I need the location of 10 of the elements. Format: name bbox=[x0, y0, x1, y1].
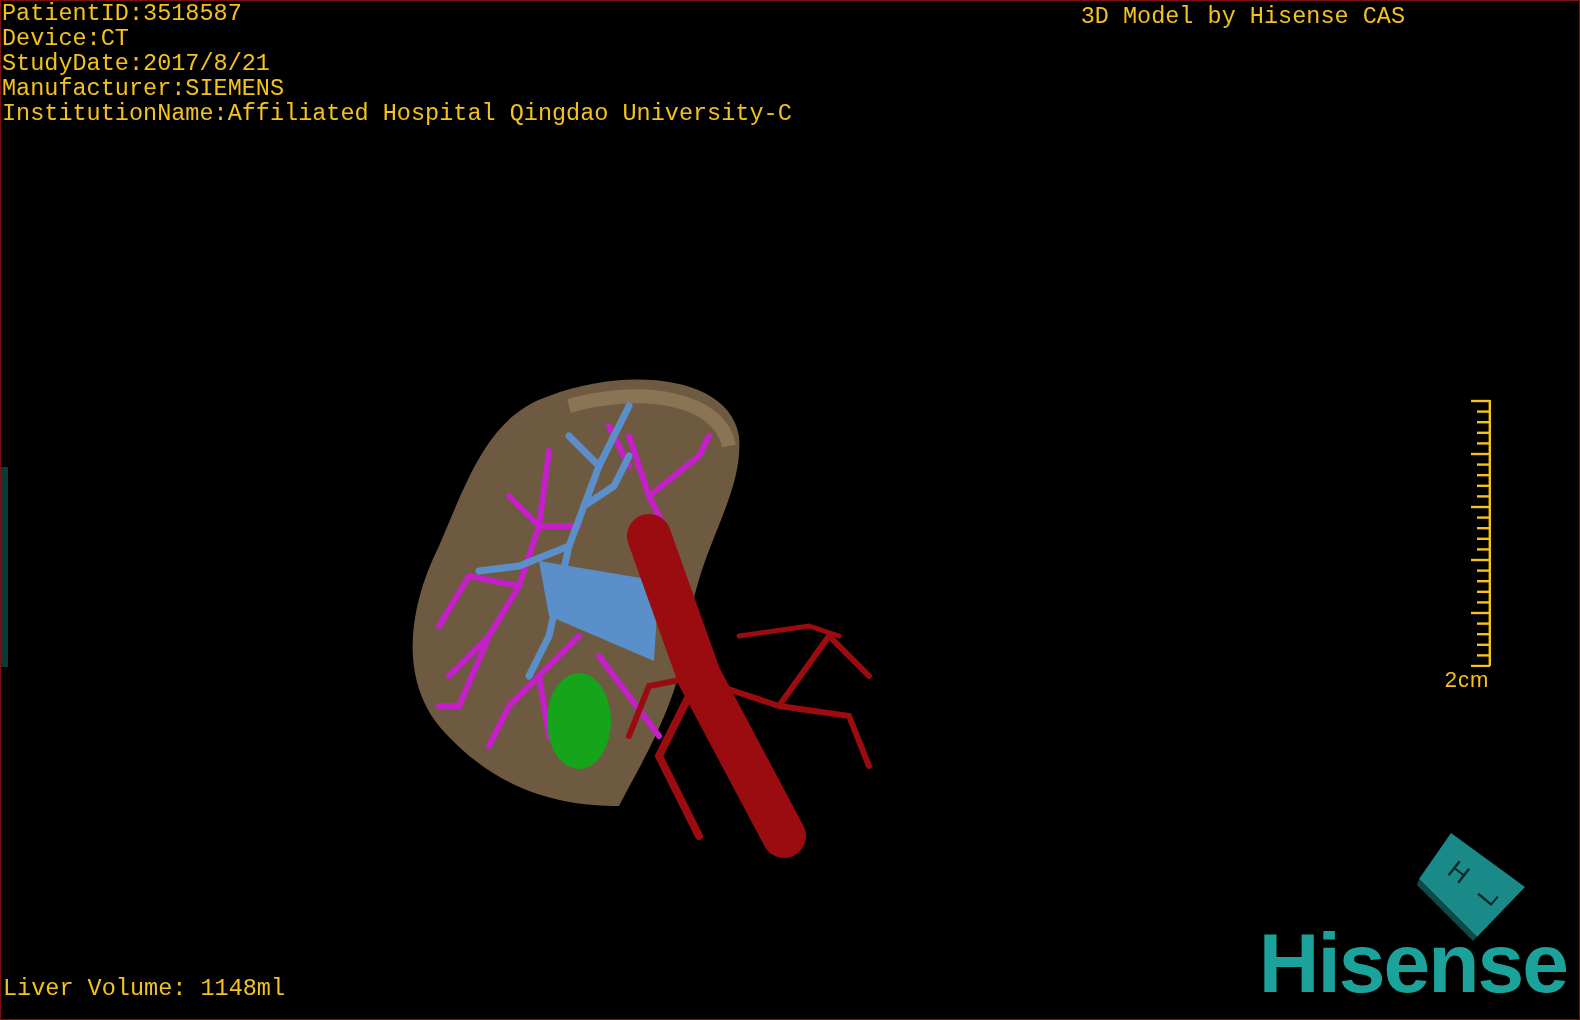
patient-info-line: Device:CT bbox=[1, 26, 130, 51]
liver-volume-readout: Liver Volume: 1148ml bbox=[2, 975, 286, 1002]
patient-info-line: StudyDate:2017/8/21 bbox=[1, 51, 271, 76]
patient-info-line: InstitutionName:Affiliated Hospital Qingdao University-C bbox=[1, 101, 792, 126]
patient-info-line: PatientID:3518587 bbox=[1, 1, 243, 26]
scale-label: 2cm bbox=[1444, 667, 1490, 693]
scale-ruler-icon bbox=[1471, 399, 1491, 667]
patient-info-line: Manufacturer:SIEMENS bbox=[1, 76, 286, 101]
side-panel-handle[interactable] bbox=[1, 467, 8, 667]
model-title: 3D Model by Hisense CAS bbox=[1079, 2, 1406, 29]
